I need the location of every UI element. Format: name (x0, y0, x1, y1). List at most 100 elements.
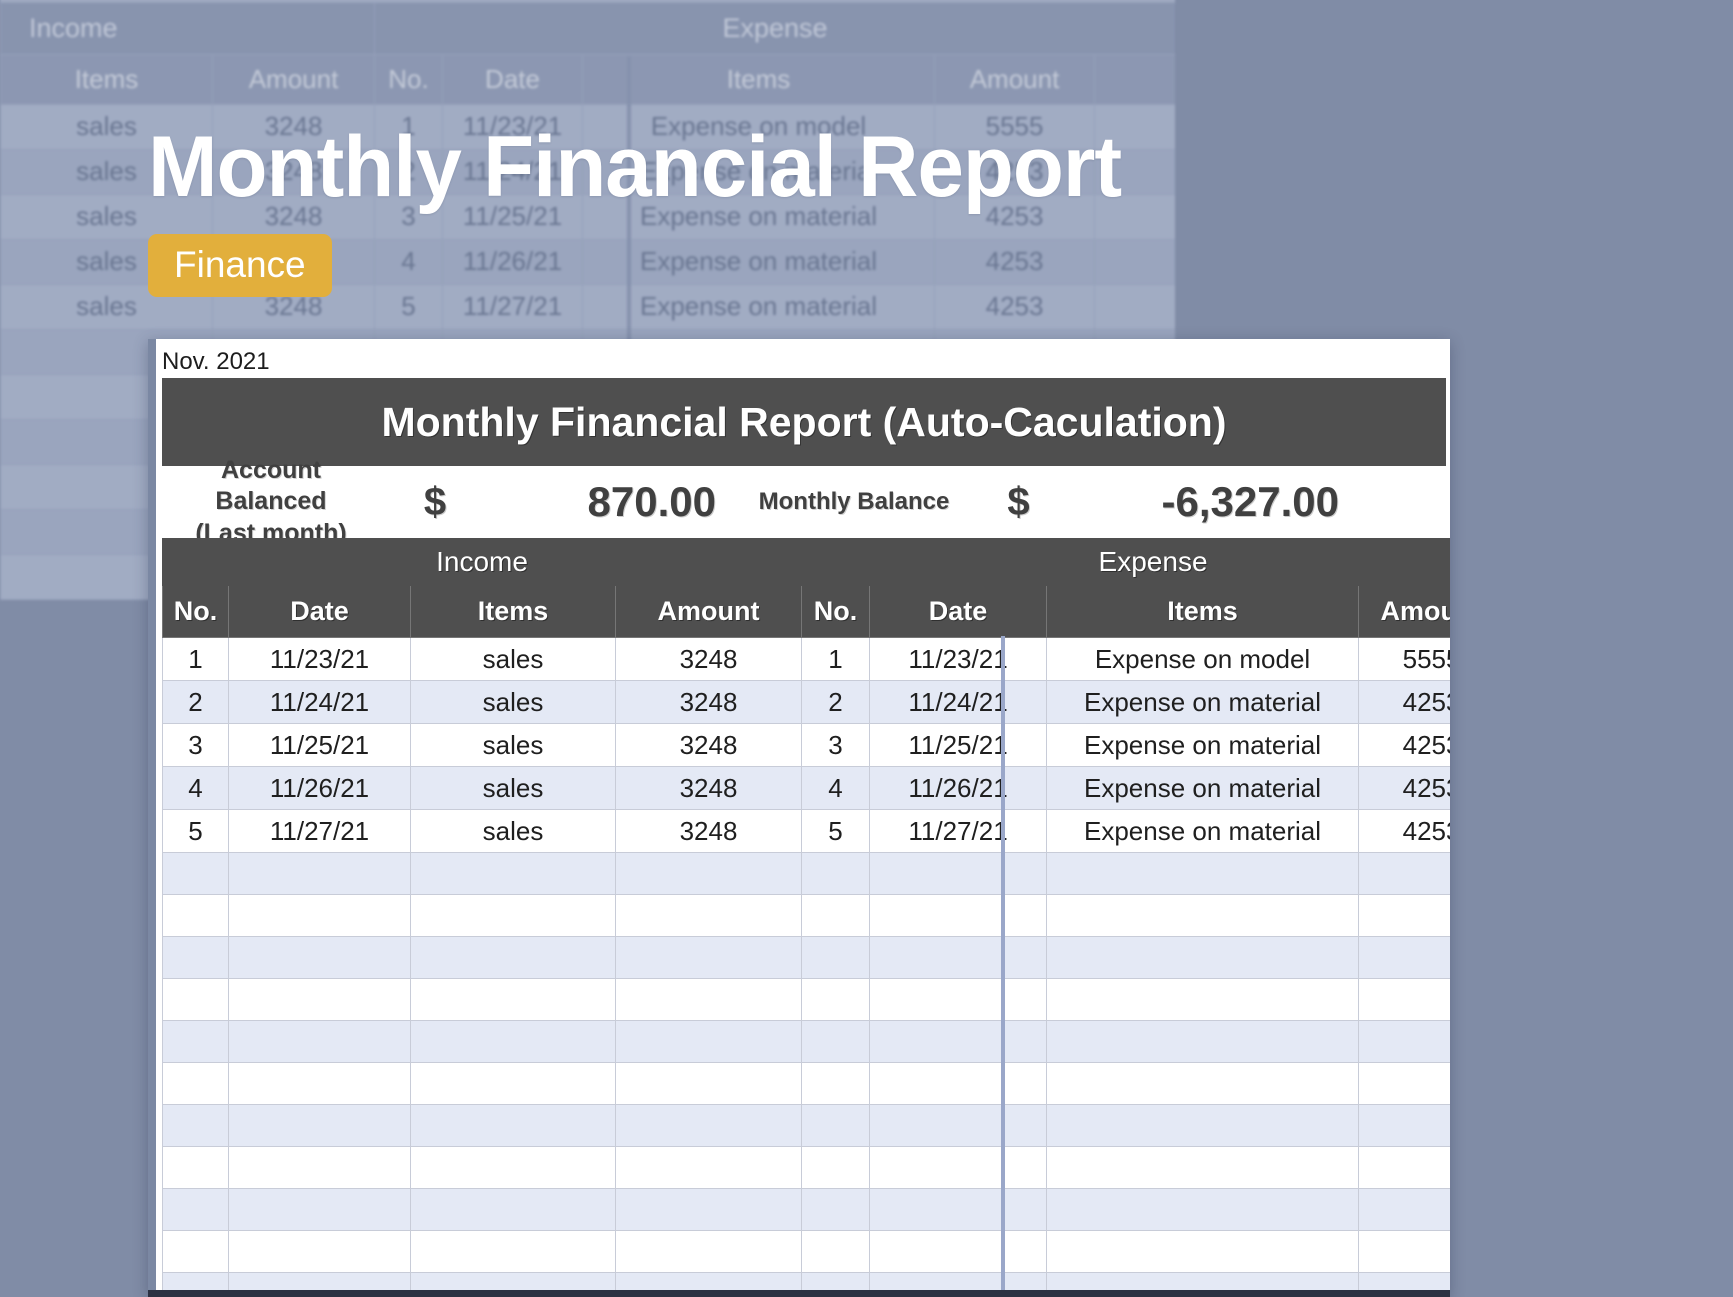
cell-expense-date[interactable]: 11/26/21 (870, 767, 1047, 810)
cell-empty[interactable] (229, 1021, 411, 1063)
cell-income-no[interactable]: 3 (163, 724, 229, 767)
cell-empty[interactable] (616, 1021, 802, 1063)
cell-empty[interactable] (1047, 1147, 1359, 1189)
cell-income-no[interactable]: 4 (163, 767, 229, 810)
cell-empty[interactable] (1359, 853, 1450, 895)
cell-expense-no[interactable]: 5 (802, 810, 870, 853)
cell-empty[interactable] (870, 1063, 1047, 1105)
cell-empty[interactable] (1047, 1063, 1359, 1105)
cell-empty[interactable] (229, 979, 411, 1021)
cell-empty[interactable] (802, 1063, 870, 1105)
table-row-empty[interactable] (163, 1189, 1451, 1231)
table-row[interactable]: 311/25/21sales3248311/25/21Expense on ma… (163, 724, 1451, 767)
cell-empty[interactable] (1359, 937, 1450, 979)
cell-empty[interactable] (870, 895, 1047, 937)
cell-expense-no[interactable]: 3 (802, 724, 870, 767)
cell-empty[interactable] (229, 1231, 411, 1273)
cell-empty[interactable] (163, 1021, 229, 1063)
cell-empty[interactable] (1359, 1063, 1450, 1105)
cell-empty[interactable] (1359, 895, 1450, 937)
cell-empty[interactable] (870, 1189, 1047, 1231)
cell-empty[interactable] (616, 937, 802, 979)
cell-empty[interactable] (1359, 1189, 1450, 1231)
cell-empty[interactable] (616, 1189, 802, 1231)
cell-empty[interactable] (411, 1105, 616, 1147)
cell-income-date[interactable]: 11/25/21 (229, 724, 411, 767)
cell-empty[interactable] (163, 1105, 229, 1147)
cell-empty[interactable] (1047, 1189, 1359, 1231)
cell-empty[interactable] (163, 853, 229, 895)
cell-empty[interactable] (411, 1063, 616, 1105)
cell-empty[interactable] (411, 979, 616, 1021)
cell-empty[interactable] (802, 853, 870, 895)
cell-income-items[interactable]: sales (411, 810, 616, 853)
cell-empty[interactable] (229, 1189, 411, 1231)
table-row-empty[interactable] (163, 1063, 1451, 1105)
cell-empty[interactable] (1359, 979, 1450, 1021)
cell-empty[interactable] (1359, 1021, 1450, 1063)
cell-empty[interactable] (229, 853, 411, 895)
cell-empty[interactable] (229, 895, 411, 937)
table-row[interactable]: 511/27/21sales3248511/27/21Expense on ma… (163, 810, 1451, 853)
table-row-empty[interactable] (163, 979, 1451, 1021)
cell-expense-items[interactable]: Expense on material (1047, 810, 1359, 853)
table-row-empty[interactable] (163, 853, 1451, 895)
cell-income-date[interactable]: 11/26/21 (229, 767, 411, 810)
cell-expense-amount[interactable]: 4253 (1359, 810, 1450, 853)
cell-income-no[interactable]: 2 (163, 681, 229, 724)
cell-empty[interactable] (870, 853, 1047, 895)
cell-empty[interactable] (802, 1021, 870, 1063)
cell-empty[interactable] (616, 1105, 802, 1147)
cell-empty[interactable] (802, 1189, 870, 1231)
cell-income-items[interactable]: sales (411, 681, 616, 724)
cell-income-amount[interactable]: 3248 (616, 638, 802, 681)
cell-expense-amount[interactable]: 4253 (1359, 681, 1450, 724)
cell-empty[interactable] (411, 1147, 616, 1189)
cell-empty[interactable] (229, 1105, 411, 1147)
cell-expense-date[interactable]: 11/27/21 (870, 810, 1047, 853)
table-row-empty[interactable] (163, 937, 1451, 979)
cell-empty[interactable] (802, 937, 870, 979)
cell-expense-no[interactable]: 4 (802, 767, 870, 810)
cell-expense-no[interactable]: 1 (802, 638, 870, 681)
cell-expense-amount[interactable]: 4253 (1359, 724, 1450, 767)
cell-empty[interactable] (411, 853, 616, 895)
cell-empty[interactable] (1047, 1105, 1359, 1147)
cell-empty[interactable] (163, 1189, 229, 1231)
cell-expense-items[interactable]: Expense on material (1047, 724, 1359, 767)
cell-expense-date[interactable]: 11/24/21 (870, 681, 1047, 724)
cell-empty[interactable] (1359, 1231, 1450, 1273)
cell-empty[interactable] (411, 937, 616, 979)
cell-empty[interactable] (870, 1105, 1047, 1147)
cell-expense-date[interactable]: 11/25/21 (870, 724, 1047, 767)
cell-empty[interactable] (870, 1147, 1047, 1189)
cell-expense-items[interactable]: Expense on material (1047, 681, 1359, 724)
table-row-empty[interactable] (163, 895, 1451, 937)
cell-income-no[interactable]: 5 (163, 810, 229, 853)
cell-empty[interactable] (163, 1063, 229, 1105)
cell-expense-items[interactable]: Expense on material (1047, 767, 1359, 810)
cell-empty[interactable] (1047, 853, 1359, 895)
cell-expense-amount[interactable]: 4253 (1359, 767, 1450, 810)
table-row[interactable]: 411/26/21sales3248411/26/21Expense on ma… (163, 767, 1451, 810)
table-row[interactable]: 211/24/21sales3248211/24/21Expense on ma… (163, 681, 1451, 724)
table-row[interactable]: 111/23/21sales3248111/23/21Expense on mo… (163, 638, 1451, 681)
cell-empty[interactable] (616, 1231, 802, 1273)
cell-expense-date[interactable]: 11/23/21 (870, 638, 1047, 681)
cell-empty[interactable] (802, 895, 870, 937)
cell-empty[interactable] (163, 1231, 229, 1273)
cell-empty[interactable] (802, 1231, 870, 1273)
cell-income-items[interactable]: sales (411, 638, 616, 681)
cell-empty[interactable] (1047, 895, 1359, 937)
table-row-empty[interactable] (163, 1147, 1451, 1189)
table-row-empty[interactable] (163, 1231, 1451, 1273)
cell-empty[interactable] (802, 1105, 870, 1147)
cell-empty[interactable] (163, 937, 229, 979)
cell-income-date[interactable]: 11/23/21 (229, 638, 411, 681)
cell-income-amount[interactable]: 3248 (616, 810, 802, 853)
cell-empty[interactable] (163, 979, 229, 1021)
cell-income-items[interactable]: sales (411, 724, 616, 767)
cell-empty[interactable] (163, 895, 229, 937)
cell-empty[interactable] (802, 979, 870, 1021)
cell-empty[interactable] (870, 937, 1047, 979)
